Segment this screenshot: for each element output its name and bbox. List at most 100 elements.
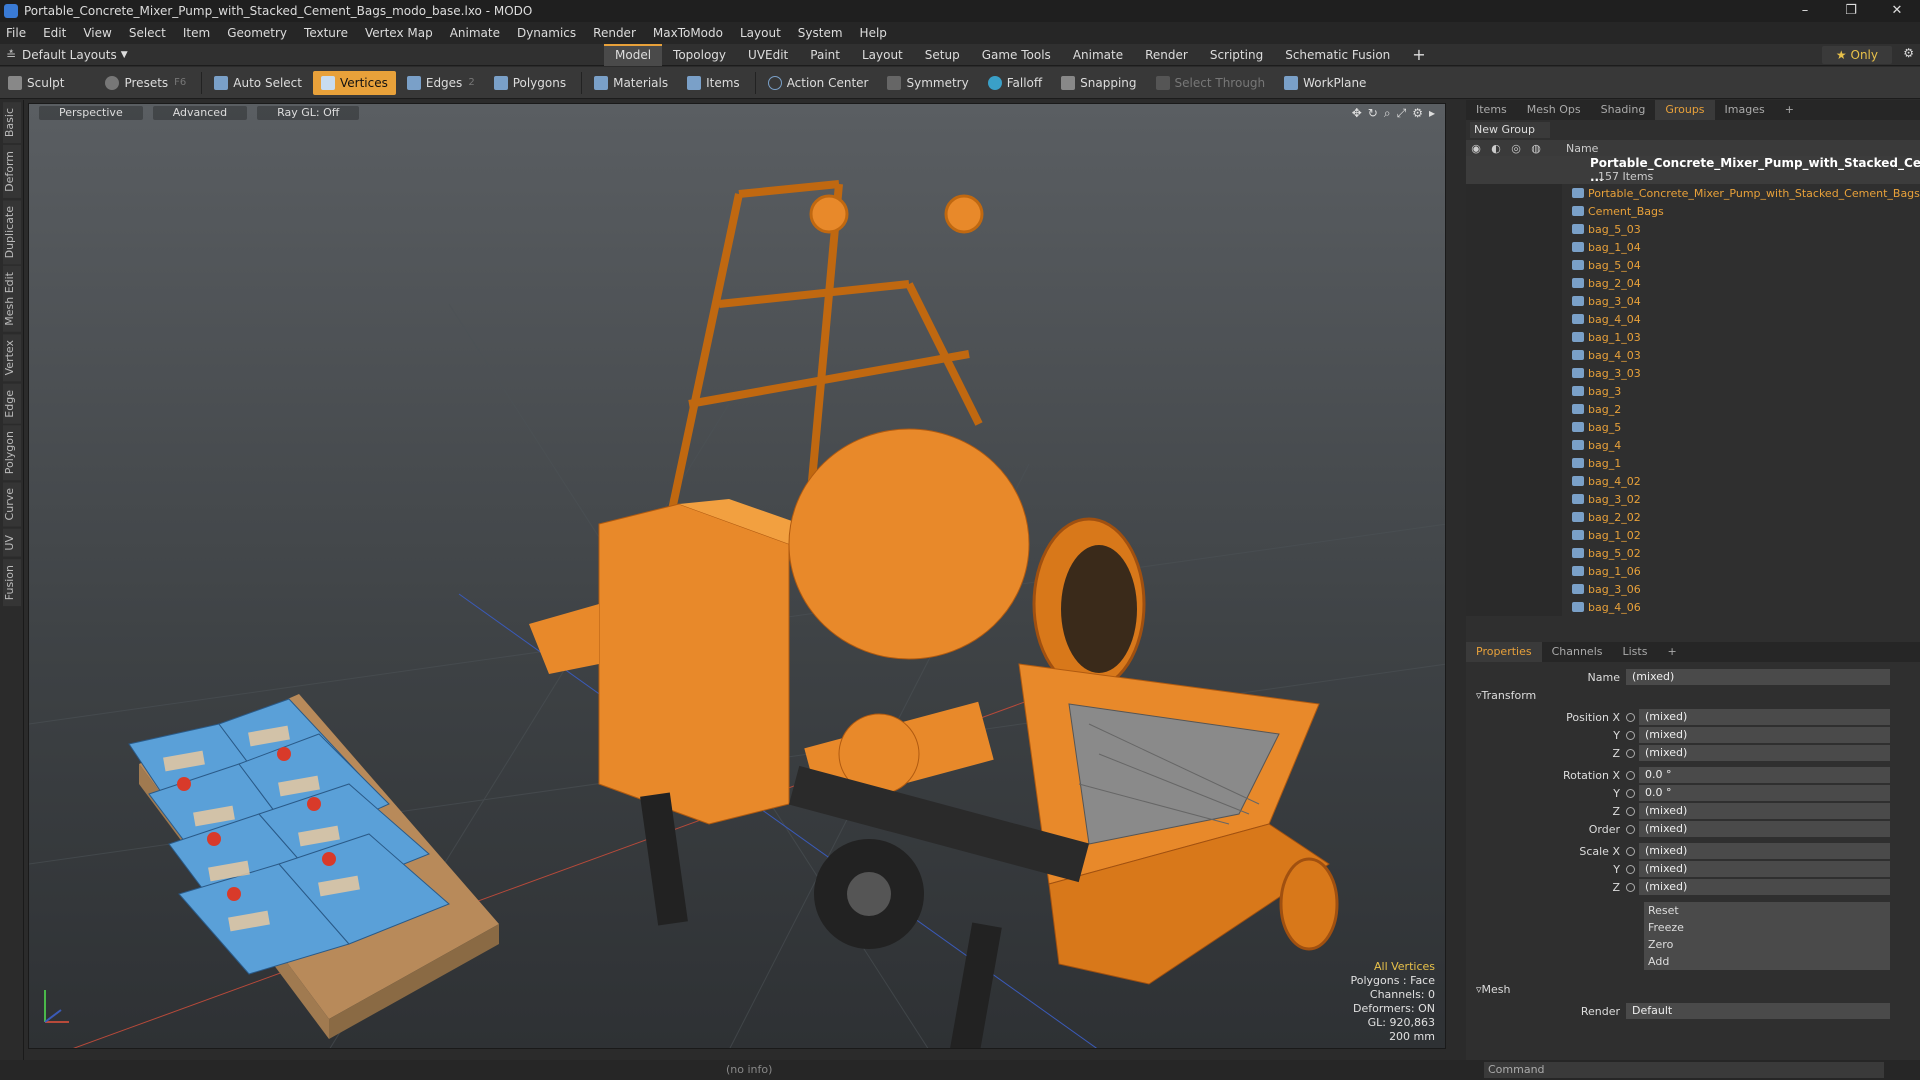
lock-icon[interactable]: ◎: [1506, 142, 1526, 155]
vertices-button[interactable]: Vertices: [312, 70, 396, 95]
tab-curve[interactable]: Curve: [2, 482, 21, 527]
add-dropdown[interactable]: Add: [1644, 953, 1890, 970]
tab-schematic-fusion[interactable]: Schematic Fusion: [1274, 44, 1401, 66]
menu-select[interactable]: Select: [129, 26, 166, 40]
menu-edit[interactable]: Edit: [43, 26, 66, 40]
auto-select-button[interactable]: Auto Select: [206, 71, 310, 95]
materials-button[interactable]: Materials: [586, 71, 676, 95]
list-item[interactable]: bag_3: [1466, 382, 1920, 400]
tab-scripting[interactable]: Scripting: [1199, 44, 1274, 66]
tab-properties[interactable]: Properties: [1466, 642, 1542, 662]
snapping-button[interactable]: Snapping: [1053, 71, 1144, 95]
transform-section[interactable]: ▿ Transform: [1466, 686, 1920, 704]
scale-y-field[interactable]: (mixed): [1639, 861, 1890, 877]
keyframe-dot-icon[interactable]: [1626, 806, 1635, 816]
add-panel-tab-icon[interactable]: +: [1775, 100, 1804, 120]
tab-images[interactable]: Images: [1715, 100, 1775, 120]
list-item[interactable]: bag_2_04: [1466, 274, 1920, 292]
list-item[interactable]: bag_5_03: [1466, 220, 1920, 238]
close-icon[interactable]: ✕: [1874, 0, 1920, 22]
list-item[interactable]: Portable_Concrete_Mixer_Pump_with_Stacke…: [1466, 184, 1920, 202]
menu-help[interactable]: Help: [860, 26, 887, 40]
list-item[interactable]: bag_1_04: [1466, 238, 1920, 256]
menu-maxtomodo[interactable]: MaxToModo: [653, 26, 723, 40]
keyframe-dot-icon[interactable]: [1626, 748, 1635, 758]
keyframe-dot-icon[interactable]: [1626, 788, 1635, 798]
tab-polygon[interactable]: Polygon: [2, 425, 21, 481]
list-item[interactable]: bag_4_04: [1466, 310, 1920, 328]
new-group-button[interactable]: New Group: [1470, 122, 1550, 138]
list-item[interactable]: bag_3_03: [1466, 364, 1920, 382]
tab-setup[interactable]: Setup: [914, 44, 971, 66]
tab-game-tools[interactable]: Game Tools: [971, 44, 1062, 66]
symmetry-button[interactable]: Symmetry: [879, 71, 976, 95]
add-tab-icon[interactable]: +: [1401, 44, 1436, 66]
keyframe-dot-icon[interactable]: [1626, 730, 1635, 740]
list-item[interactable]: bag_1_02: [1466, 526, 1920, 544]
list-item[interactable]: bag_3_06: [1466, 580, 1920, 598]
tab-topology[interactable]: Topology: [662, 44, 737, 66]
freeze-dropdown[interactable]: Freeze: [1644, 919, 1890, 936]
tab-mesh-ops[interactable]: Mesh Ops: [1517, 100, 1591, 120]
tab-groups[interactable]: Groups: [1655, 100, 1715, 120]
action-center-button[interactable]: Action Center: [760, 71, 877, 95]
mesh-section[interactable]: ▿ Mesh: [1466, 980, 1920, 998]
tab-edge[interactable]: Edge: [2, 383, 21, 424]
layout-toggle-icon[interactable]: ≛: [0, 48, 22, 62]
order-dropdown[interactable]: (mixed): [1639, 821, 1890, 837]
tab-deform[interactable]: Deform: [2, 145, 21, 199]
menu-texture[interactable]: Texture: [304, 26, 348, 40]
menu-vertex-map[interactable]: Vertex Map: [365, 26, 433, 40]
tab-shading[interactable]: Shading: [1591, 100, 1656, 120]
tab-items[interactable]: Items: [1466, 100, 1517, 120]
menu-item[interactable]: Item: [183, 26, 210, 40]
scale-x-field[interactable]: (mixed): [1639, 843, 1890, 859]
list-item[interactable]: bag_5: [1466, 418, 1920, 436]
menu-system[interactable]: System: [798, 26, 843, 40]
zero-dropdown[interactable]: Zero: [1644, 936, 1890, 953]
menu-animate[interactable]: Animate: [450, 26, 500, 40]
render-dropdown[interactable]: Default: [1626, 1003, 1890, 1019]
items-button[interactable]: Items: [679, 71, 748, 95]
list-item[interactable]: bag_3_02: [1466, 490, 1920, 508]
rotation-z-field[interactable]: (mixed): [1639, 803, 1890, 819]
menu-layout[interactable]: Layout: [740, 26, 781, 40]
tab-uv[interactable]: UV: [2, 528, 21, 557]
tab-basic[interactable]: Basic: [2, 102, 21, 144]
command-input[interactable]: Command: [1484, 1062, 1884, 1078]
keyframe-dot-icon[interactable]: [1626, 824, 1635, 834]
tab-fusion[interactable]: Fusion: [2, 558, 21, 606]
tab-lists[interactable]: Lists: [1613, 642, 1658, 662]
position-z-field[interactable]: (mixed): [1639, 745, 1890, 761]
list-item[interactable]: bag_4: [1466, 436, 1920, 454]
rotation-y-field[interactable]: 0.0 °: [1639, 785, 1890, 801]
only-toggle[interactable]: ★ Only: [1821, 46, 1892, 64]
list-item[interactable]: bag_1_06: [1466, 562, 1920, 580]
keyframe-dot-icon[interactable]: [1626, 770, 1635, 780]
list-item[interactable]: bag_5_02: [1466, 544, 1920, 562]
list-item[interactable]: bag_1: [1466, 454, 1920, 472]
keyframe-dot-icon[interactable]: [1626, 846, 1635, 856]
list-item[interactable]: bag_2_02: [1466, 508, 1920, 526]
falloff-button[interactable]: Falloff: [980, 71, 1050, 95]
tab-paint[interactable]: Paint: [799, 44, 851, 66]
tab-mesh-edit[interactable]: Mesh Edit: [2, 266, 21, 333]
position-x-field[interactable]: (mixed): [1639, 709, 1890, 725]
gear-icon[interactable]: ⚙: [1903, 46, 1914, 60]
sculpt-button[interactable]: Sculpt: [0, 71, 72, 95]
layout-dropdown[interactable]: Default Layouts: [22, 48, 117, 62]
list-item[interactable]: bag_3_04: [1466, 292, 1920, 310]
presets-button[interactable]: Presets F6: [97, 71, 194, 95]
name-field[interactable]: (mixed): [1626, 669, 1890, 685]
reset-dropdown[interactable]: Reset: [1644, 902, 1890, 919]
scale-z-field[interactable]: (mixed): [1639, 879, 1890, 895]
list-item[interactable]: bag_5_04: [1466, 256, 1920, 274]
select-icon[interactable]: ◍: [1526, 142, 1546, 155]
edges-button[interactable]: Edges 2: [399, 71, 483, 95]
keyframe-dot-icon[interactable]: [1626, 882, 1635, 892]
select-through-button[interactable]: Select Through: [1148, 71, 1274, 95]
keyframe-dot-icon[interactable]: [1626, 864, 1635, 874]
position-y-field[interactable]: (mixed): [1639, 727, 1890, 743]
rotation-x-field[interactable]: 0.0 °: [1639, 767, 1890, 783]
list-item[interactable]: bag_2: [1466, 400, 1920, 418]
